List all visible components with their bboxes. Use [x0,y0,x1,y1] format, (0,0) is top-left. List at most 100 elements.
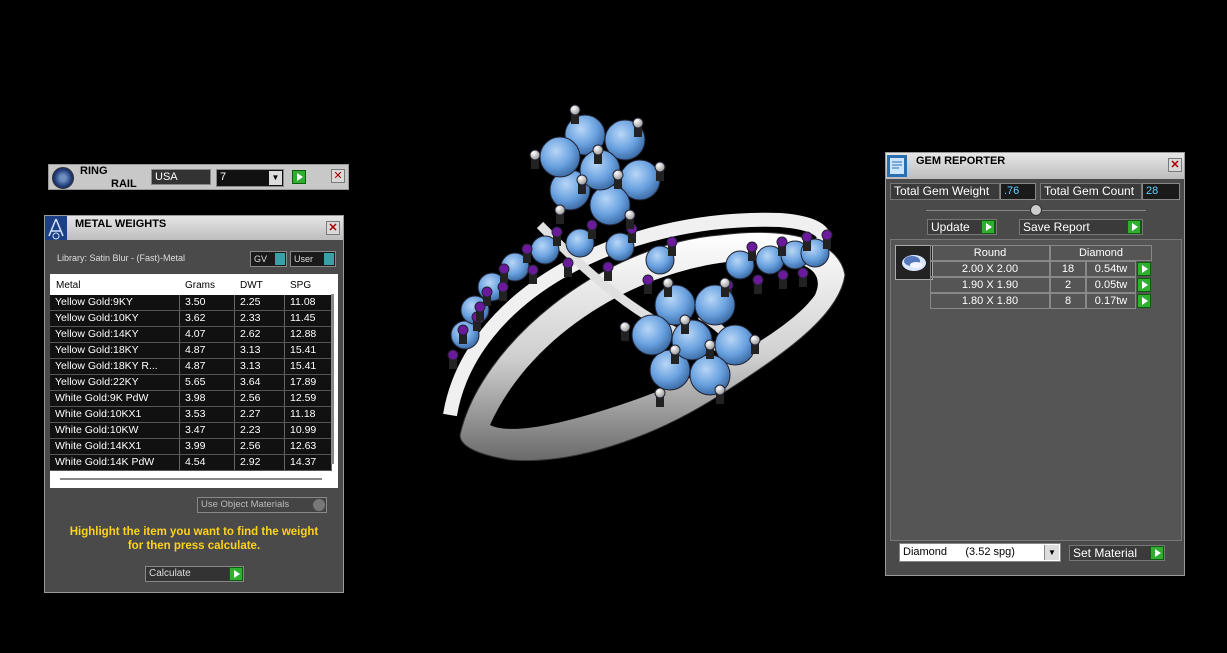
prong-tip [777,269,789,281]
total-gem-count-value: 28 [1142,183,1180,200]
chevron-down-icon[interactable]: ▼ [269,171,282,185]
table-row[interactable]: Yellow Gold:10KY 3.62 2.33 11.45 [50,311,332,327]
update-go-button[interactable] [981,220,995,234]
gv-toggle[interactable]: GV [250,251,287,267]
metal-weights-panel: METAL WEIGHTS ✕ Library: Satin Blur - (F… [44,215,344,593]
ring-rail-icon[interactable] [52,167,74,189]
gem-row-go-button[interactable] [1137,278,1151,292]
horizontal-scrollbar[interactable] [60,478,322,480]
gem-reporter-title: GEM REPORTER [916,155,1006,167]
vertical-scrollbar[interactable] [331,294,334,464]
table-row[interactable]: Yellow Gold:18KY 4.87 3.13 15.41 [50,343,332,359]
dwt-cell: 3.13 [235,343,285,358]
prong-tip [497,281,509,293]
grams-cell: 4.54 [180,455,235,470]
metal-cell: White Gold:9K PdW [50,391,180,406]
pearl-prong [612,169,624,181]
calculate-label: Calculate [149,568,191,579]
prong-tip [602,261,614,273]
table-row[interactable]: Yellow Gold:22KY 5.65 3.64 17.89 [50,375,332,391]
use-object-materials-label: Use Object Materials [201,499,290,510]
slider-handle[interactable] [1030,204,1042,216]
prong-tip [801,231,813,243]
gv-label: GV [254,254,268,264]
spg-cell: 12.59 [285,391,332,406]
metal-cell: Yellow Gold:9KY [50,295,180,310]
spg-cell: 17.89 [285,375,332,390]
pearl-prong [654,161,666,173]
gem-weight-cell: 0.17tw [1086,293,1136,309]
metal-weights-title: METAL WEIGHTS [75,218,167,230]
metal-weights-close-button[interactable]: ✕ [326,221,340,235]
ring-size-value: 7 [220,171,227,183]
gem-row-go-button[interactable] [1137,262,1151,276]
prong-tip [586,219,598,231]
pearl-prong [749,334,761,346]
dwt-cell: 2.56 [235,439,285,454]
use-object-materials-toggle[interactable]: Use Object Materials [197,497,327,513]
user-toggle[interactable]: User [290,251,336,267]
material-select[interactable]: Diamond (3.52 spg) ▼ [899,543,1061,562]
table-row[interactable]: White Gold:14KX1 3.99 2.56 12.63 [50,439,332,455]
table-row[interactable]: Yellow Gold:14KY 4.07 2.62 12.88 [50,327,332,343]
pearl-prong [669,344,681,356]
round-gem-thumbnail[interactable] [895,245,933,280]
gem-row-go-button[interactable] [1137,294,1151,308]
calculate-go-button[interactable] [229,567,243,581]
ring-rail-title-line2: RAIL [111,178,137,190]
table-row[interactable]: Yellow Gold:9KY 3.50 2.25 11.08 [50,295,332,311]
toggle-icon [313,499,325,511]
dwt-cell: 2.33 [235,311,285,326]
toggle-icon [275,253,285,265]
grams-cell: 5.65 [180,375,235,390]
metal-cell: Yellow Gold:14KY [50,327,180,342]
total-gem-count-label: Total Gem Count [1040,183,1142,200]
grams-cell: 4.87 [180,343,235,358]
gem-count-cell: 18 [1050,261,1086,277]
pearl-prong [632,117,644,129]
metal-weights-titlebar: METAL WEIGHTS ✕ [45,216,343,240]
pearl-prong [662,277,674,289]
table-row[interactable]: White Gold:14K PdW 4.54 2.92 14.37 [50,455,332,471]
grams-cell: 3.98 [180,391,235,406]
pearl-prong [576,174,588,186]
grams-cell: 3.53 [180,407,235,422]
ring-size-select[interactable]: 7 ▼ [216,169,284,187]
table-row[interactable]: White Gold:10KX1 3.53 2.27 11.18 [50,407,332,423]
ring-rail-title-line1: RING [80,165,108,177]
table-row[interactable]: Yellow Gold:18KY R... 4.87 3.13 15.41 [50,359,332,375]
ring-rail-panel: RING RAIL USA 7 ▼ ✕ [48,164,349,190]
prong-tip [447,349,459,361]
save-report-button[interactable]: Save Report [1019,219,1143,235]
ring-rail-close-button[interactable]: ✕ [331,169,345,183]
gem-reporter-icon [887,155,907,177]
dwt-cell: 3.13 [235,359,285,374]
dwt-cell: 2.92 [235,455,285,470]
metal-cell: White Gold:10KX1 [50,407,180,422]
pearl-prong [554,204,566,216]
ring-model-viewport[interactable] [420,95,860,480]
ring-rail-go-button[interactable] [292,170,306,184]
gem-reporter-close-button[interactable]: ✕ [1168,158,1182,172]
instruction-text: Highlight the item you want to find the … [69,526,319,552]
table-row[interactable]: White Gold:10KW 3.47 2.23 10.99 [50,423,332,439]
pearl-prong [592,144,604,156]
prong-tip [481,286,493,298]
chevron-down-icon[interactable]: ▼ [1044,545,1059,560]
prong-tip [474,301,486,313]
spg-cell: 11.18 [285,407,332,422]
metal-weights-icon [45,216,67,240]
spg-cell: 15.41 [285,343,332,358]
prong-tip [562,257,574,269]
metal-cell: White Gold:14KX1 [50,439,180,454]
set-material-go-button[interactable] [1150,546,1164,560]
gem-size-cell: 1.80 X 1.80 [930,293,1050,309]
table-row[interactable]: White Gold:9K PdW 3.98 2.56 12.59 [50,391,332,407]
prong-tip [551,226,563,238]
metal-weights-table: Metal Grams DWT SPG Yellow Gold:9KY 3.50 2… [50,274,338,488]
metal-cell: Yellow Gold:18KY R... [50,359,180,374]
save-report-go-button[interactable] [1127,220,1141,234]
spg-cell: 11.45 [285,311,332,326]
pearl-prong [654,387,666,399]
country-field[interactable]: USA [151,169,211,185]
